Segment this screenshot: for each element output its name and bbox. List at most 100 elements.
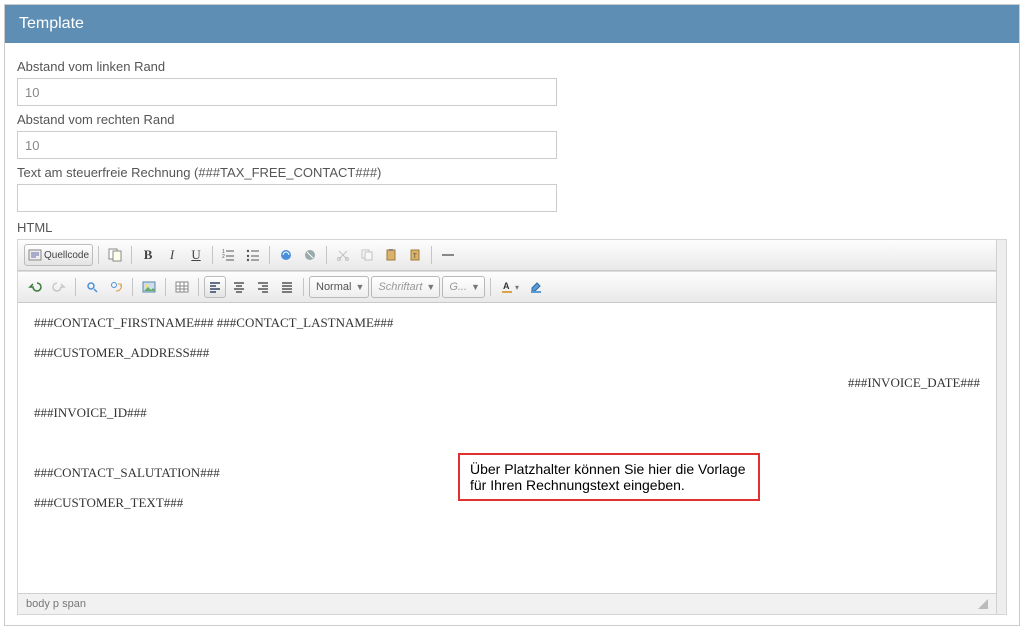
- separator: [131, 246, 132, 264]
- chevron-down-icon: ▼: [426, 282, 435, 292]
- editor-toolbar-row2: Normal ▼ Schriftart ▼ G... ▼: [18, 271, 996, 303]
- paste-text-button[interactable]: T: [404, 244, 426, 266]
- image-button[interactable]: [138, 276, 160, 298]
- separator: [98, 246, 99, 264]
- hint-text: Über Platzhalter können Sie hier die Vor…: [470, 461, 746, 493]
- templates-icon: [108, 248, 122, 262]
- html-editor: Quellcode B I U 12: [17, 239, 1007, 615]
- source-icon: [28, 248, 42, 262]
- element-path[interactable]: body p span: [26, 598, 86, 610]
- redo-icon: [52, 280, 66, 294]
- unordered-list-icon: [246, 248, 260, 262]
- link-button[interactable]: [275, 244, 297, 266]
- redo-button[interactable]: [48, 276, 70, 298]
- panel-header: Template: [5, 5, 1019, 43]
- separator: [269, 246, 270, 264]
- resize-grip[interactable]: [978, 599, 988, 609]
- template-line: ###CONTACT_FIRSTNAME### ###CONTACT_LASTN…: [34, 315, 980, 331]
- italic-button[interactable]: I: [161, 244, 183, 266]
- underline-button[interactable]: U: [185, 244, 207, 266]
- copy-button[interactable]: [356, 244, 378, 266]
- align-right-icon: [256, 280, 270, 294]
- left-margin-input[interactable]: [17, 78, 557, 106]
- undo-icon: [28, 280, 42, 294]
- template-line: ###CUSTOMER_ADDRESS###: [34, 345, 980, 361]
- replace-icon: [109, 280, 123, 294]
- bg-color-icon: [529, 280, 543, 294]
- text-color-button[interactable]: A ▾: [496, 276, 523, 298]
- unordered-list-button[interactable]: [242, 244, 264, 266]
- undo-button[interactable]: [24, 276, 46, 298]
- separator: [303, 278, 304, 296]
- table-button[interactable]: [171, 276, 193, 298]
- size-combo[interactable]: G... ▼: [442, 276, 485, 298]
- align-left-icon: [208, 280, 222, 294]
- link-icon: [279, 248, 293, 262]
- chevron-down-icon: ▾: [515, 283, 519, 292]
- replace-button[interactable]: [105, 276, 127, 298]
- paste-button[interactable]: [380, 244, 402, 266]
- template-line-right: ###INVOICE_DATE###: [34, 375, 980, 391]
- format-combo-label: Normal: [316, 281, 351, 293]
- separator: [198, 278, 199, 296]
- font-combo[interactable]: Schriftart ▼: [371, 276, 440, 298]
- editor-scrollbar[interactable]: [996, 240, 1006, 614]
- align-justify-button[interactable]: [276, 276, 298, 298]
- separator: [75, 278, 76, 296]
- align-left-button[interactable]: [204, 276, 226, 298]
- separator: [326, 246, 327, 264]
- separator: [431, 246, 432, 264]
- font-combo-label: Schriftart: [378, 281, 422, 293]
- separator: [165, 278, 166, 296]
- align-justify-icon: [280, 280, 294, 294]
- template-panel: Template Abstand vom linken Rand Abstand…: [4, 4, 1020, 626]
- panel-body: Abstand vom linken Rand Abstand vom rech…: [5, 43, 1019, 625]
- align-right-button[interactable]: [252, 276, 274, 298]
- find-button[interactable]: [81, 276, 103, 298]
- separator: [212, 246, 213, 264]
- bg-color-button[interactable]: [525, 276, 547, 298]
- svg-text:A: A: [503, 281, 510, 291]
- align-center-icon: [232, 280, 246, 294]
- unlink-icon: [303, 248, 317, 262]
- find-icon: [85, 280, 99, 294]
- separator: [490, 278, 491, 296]
- paste-icon: [384, 248, 398, 262]
- image-icon: [142, 280, 156, 294]
- source-label: Quellcode: [44, 250, 89, 261]
- chevron-down-icon: ▼: [355, 282, 364, 292]
- size-combo-label: G...: [449, 281, 467, 293]
- ordered-list-icon: 12: [222, 248, 236, 262]
- panel-title: Template: [19, 15, 84, 32]
- hr-icon: [441, 248, 455, 262]
- format-combo[interactable]: Normal ▼: [309, 276, 369, 298]
- template-line: ###INVOICE_ID###: [34, 405, 980, 421]
- svg-text:2: 2: [222, 254, 225, 260]
- bold-button[interactable]: B: [137, 244, 159, 266]
- html-section-label: HTML: [17, 220, 1007, 235]
- align-center-button[interactable]: [228, 276, 250, 298]
- hint-callout: Über Platzhalter können Sie hier die Vor…: [458, 453, 760, 501]
- chevron-down-icon: ▼: [471, 282, 480, 292]
- separator: [132, 278, 133, 296]
- unlink-button[interactable]: [299, 244, 321, 266]
- editor-content[interactable]: ###CONTACT_FIRSTNAME### ###CONTACT_LASTN…: [18, 303, 996, 593]
- tax-free-input[interactable]: [17, 184, 557, 212]
- editor-status-bar: body p span: [18, 593, 996, 614]
- right-margin-label: Abstand vom rechten Rand: [17, 112, 1007, 127]
- paste-text-icon: T: [408, 248, 422, 262]
- editor-toolbar-row1: Quellcode B I U 12: [18, 240, 996, 271]
- table-icon: [175, 280, 189, 294]
- copy-icon: [360, 248, 374, 262]
- source-button[interactable]: Quellcode: [24, 244, 93, 266]
- svg-text:T: T: [413, 254, 417, 260]
- ordered-list-button[interactable]: 12: [218, 244, 240, 266]
- templates-button[interactable]: [104, 244, 126, 266]
- left-margin-label: Abstand vom linken Rand: [17, 59, 1007, 74]
- hr-button[interactable]: [437, 244, 459, 266]
- cut-button[interactable]: [332, 244, 354, 266]
- tax-free-label: Text am steuerfreie Rechnung (###TAX_FRE…: [17, 165, 1007, 180]
- cut-icon: [336, 248, 350, 262]
- text-color-icon: A: [500, 280, 514, 294]
- right-margin-input[interactable]: [17, 131, 557, 159]
